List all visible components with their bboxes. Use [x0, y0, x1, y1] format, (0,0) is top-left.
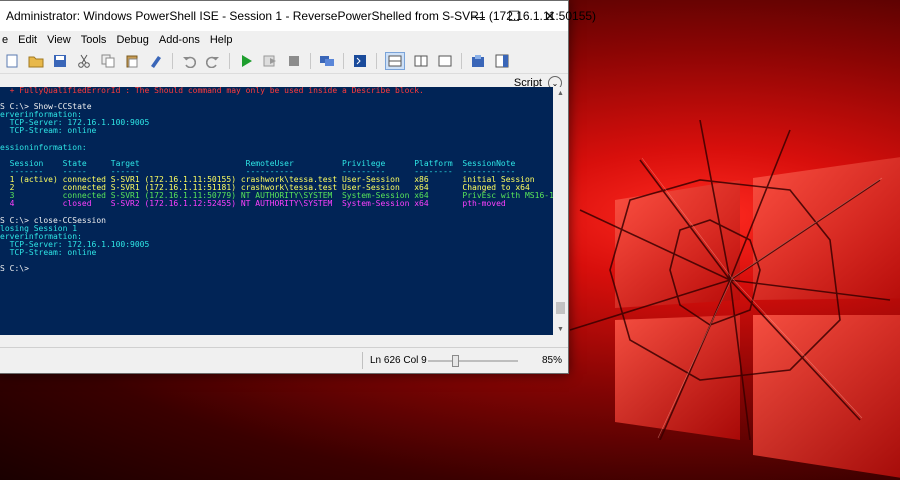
zoom-slider[interactable] [428, 355, 518, 367]
console-line: essioninformation: [0, 142, 87, 152]
menu-file[interactable]: e [0, 34, 13, 46]
cut-icon[interactable] [76, 53, 92, 69]
close-button[interactable]: ✕ [532, 1, 568, 31]
console-line: + FullyQualifiedErrorId : The Should com… [0, 87, 424, 95]
toolbar-separator [229, 53, 230, 69]
zoom-level: 85% [542, 355, 563, 366]
toolbar [0, 49, 568, 73]
run-selection-icon[interactable] [262, 53, 278, 69]
addon-icon[interactable] [494, 53, 510, 69]
minimize-button[interactable]: — [460, 1, 496, 31]
console-line: TCP-Stream: online [0, 247, 97, 257]
title-bar[interactable]: Administrator: Windows PowerShell ISE - … [0, 1, 596, 31]
open-icon[interactable] [28, 53, 44, 69]
status-bar: Ln 626 Col 9 85% [0, 347, 568, 373]
console-output[interactable]: + FullyQualifiedErrorId : The Should com… [0, 87, 553, 335]
console-line: 4 closed S-SVR2 (172.16.1.12:52455) NT A… [0, 199, 506, 209]
console-line: S C:\> Show-CCState [0, 102, 92, 112]
undo-icon[interactable] [181, 53, 197, 69]
clear-icon[interactable] [148, 53, 164, 69]
new-icon[interactable] [4, 53, 20, 69]
menu-addons[interactable]: Add-ons [154, 34, 205, 46]
console-pane[interactable]: + FullyQualifiedErrorId : The Should com… [0, 87, 568, 335]
console-line: TCP-Stream: online [0, 126, 97, 136]
menu-view[interactable]: View [42, 34, 76, 46]
menu-help[interactable]: Help [205, 34, 238, 46]
save-icon[interactable] [52, 53, 68, 69]
run-icon[interactable] [238, 53, 254, 69]
remote-icon[interactable] [319, 53, 335, 69]
console-line: losing Session 1 [0, 223, 78, 233]
powershell-ise-window: Administrator: Windows PowerShell ISE - … [0, 0, 596, 374]
stop-icon[interactable] [286, 53, 302, 69]
show-commands-icon[interactable] [470, 53, 486, 69]
toolbar-separator [310, 53, 311, 69]
menu-tools[interactable]: Tools [76, 34, 112, 46]
menu-edit[interactable]: Edit [13, 34, 42, 46]
menu-debug[interactable]: Debug [111, 34, 153, 46]
scrollbar-thumb[interactable] [556, 302, 565, 314]
layout-right-icon[interactable] [413, 53, 429, 69]
toolbar-separator [376, 53, 377, 69]
zoom-slider-thumb[interactable] [452, 355, 459, 367]
maximize-button[interactable]: ☐ [496, 1, 532, 31]
toolbar-separator [461, 53, 462, 69]
status-separator [362, 352, 363, 369]
redo-icon[interactable] [205, 53, 221, 69]
powershell-icon[interactable] [352, 53, 368, 69]
vertical-scrollbar[interactable]: ▲ ▼ [553, 87, 568, 335]
layout-max-icon[interactable] [437, 53, 453, 69]
scroll-up-icon[interactable]: ▲ [553, 87, 568, 99]
paste-icon[interactable] [124, 53, 140, 69]
console-line: S C:\> close-CCSession [0, 215, 106, 225]
copy-icon[interactable] [100, 53, 116, 69]
toolbar-separator [172, 53, 173, 69]
console-line: S C:\> [0, 264, 29, 274]
menu-bar: e Edit View Tools Debug Add-ons Help [0, 31, 568, 49]
toolbar-separator [343, 53, 344, 69]
scroll-down-icon[interactable]: ▼ [553, 323, 568, 335]
layout-top-icon[interactable] [385, 52, 405, 70]
cursor-position: Ln 626 Col 9 [370, 355, 427, 366]
cracked-glass-icon [569, 120, 891, 440]
